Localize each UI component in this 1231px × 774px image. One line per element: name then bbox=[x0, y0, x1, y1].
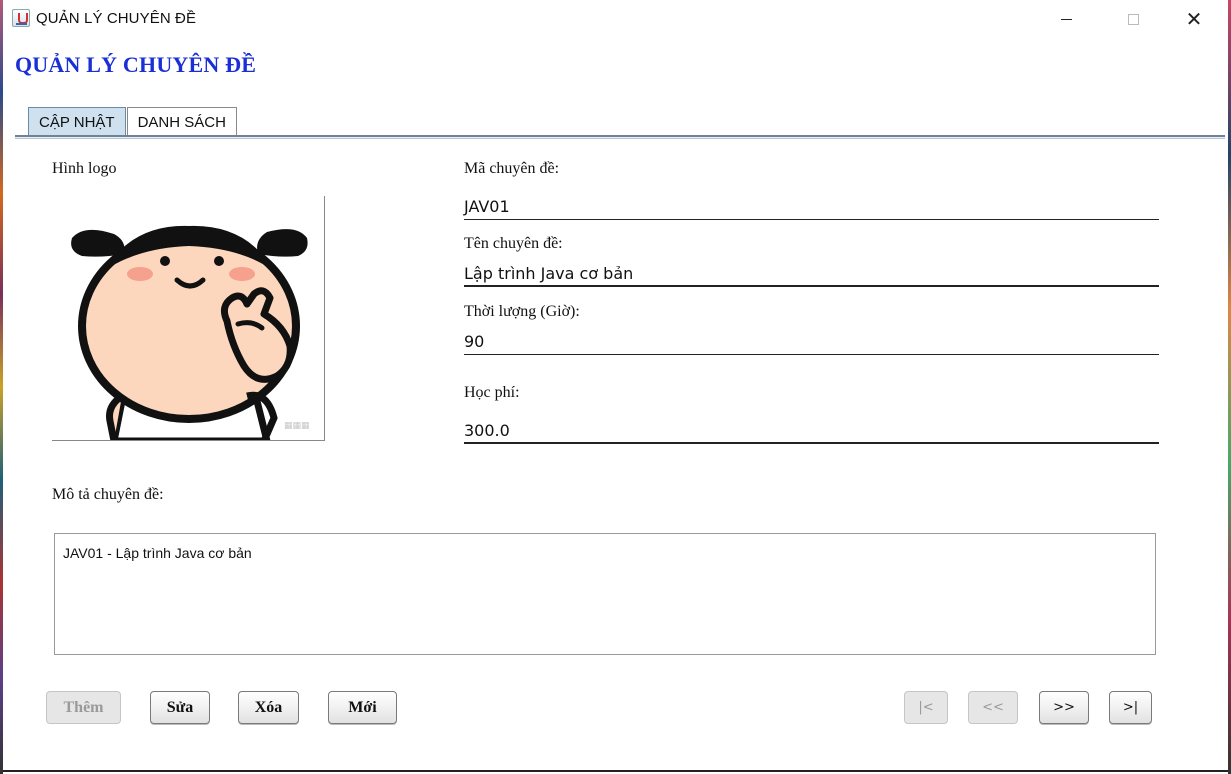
tab-cap-nhat[interactable]: CẬP NHẬT bbox=[28, 107, 126, 137]
sua-button[interactable]: Sửa bbox=[150, 691, 210, 724]
svg-text:▦▦▦: ▦▦▦ bbox=[284, 421, 310, 431]
page-title: QUẢN LÝ CHUYÊN ĐỀ bbox=[15, 52, 257, 77]
xoa-button[interactable]: Xóa bbox=[238, 691, 299, 724]
thoi-luong-label: Thời lượng (Giờ): bbox=[464, 303, 580, 320]
app-window: QUẢN LÝ CHUYÊN ĐỀ ✕ QUẢN LÝ CHUYÊN ĐỀ CẬ… bbox=[3, 0, 1228, 772]
tab-danh-sach[interactable]: DANH SÁCH bbox=[126, 107, 237, 137]
hoc-phi-field[interactable]: 300.0 bbox=[464, 418, 1159, 444]
java-cup-icon bbox=[12, 9, 30, 27]
close-icon: ✕ bbox=[1185, 7, 1203, 31]
moi-button[interactable]: Mới bbox=[328, 691, 397, 724]
cartoon-girl-image: ▦▦▦ bbox=[52, 196, 324, 440]
prev-record-button[interactable]: << bbox=[968, 691, 1018, 724]
minimize-button[interactable] bbox=[1043, 0, 1089, 38]
close-button[interactable]: ✕ bbox=[1171, 0, 1217, 38]
maximize-icon bbox=[1127, 13, 1139, 25]
tab-bar: CẬP NHẬT DANH SÁCH bbox=[28, 107, 237, 137]
first-record-button[interactable]: |< bbox=[904, 691, 948, 724]
logo-image[interactable]: ▦▦▦ bbox=[52, 196, 325, 441]
last-record-button[interactable]: >| bbox=[1109, 691, 1152, 724]
ma-chuyen-de-field[interactable]: JAV01 bbox=[464, 194, 1159, 220]
next-record-button[interactable]: >> bbox=[1039, 691, 1089, 724]
thoi-luong-field[interactable]: 90 bbox=[464, 329, 1159, 355]
tab-divider bbox=[15, 135, 1225, 139]
title-bar[interactable]: QUẢN LÝ CHUYÊN ĐỀ ✕ bbox=[3, 0, 1228, 38]
minimize-icon bbox=[1060, 18, 1072, 20]
maximize-button[interactable] bbox=[1110, 0, 1156, 38]
ten-chuyen-de-label: Tên chuyên đề: bbox=[464, 235, 563, 252]
ma-chuyen-de-label: Mã chuyên đề: bbox=[464, 160, 560, 177]
window-title: QUẢN LÝ CHUYÊN ĐỀ bbox=[36, 10, 197, 27]
ten-chuyen-de-field[interactable]: Lập trình Java cơ bản bbox=[464, 261, 1159, 287]
mo-ta-label: Mô tả chuyên đề: bbox=[52, 486, 164, 503]
mo-ta-textarea[interactable]: JAV01 - Lập trình Java cơ bản bbox=[54, 533, 1156, 655]
them-button[interactable]: Thêm bbox=[46, 691, 121, 724]
hoc-phi-label: Học phí: bbox=[464, 384, 520, 401]
logo-label: Hình logo bbox=[52, 160, 117, 177]
